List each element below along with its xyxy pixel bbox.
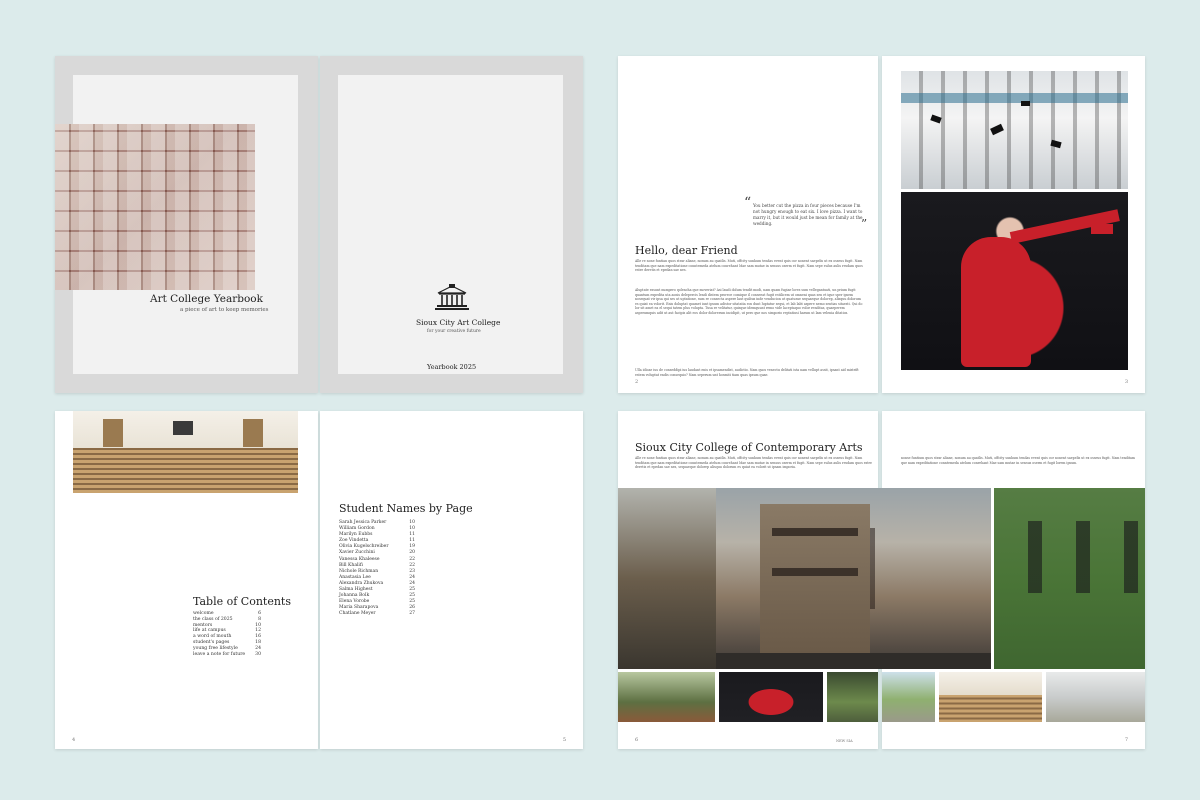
toc-label: leave a note for future bbox=[193, 651, 246, 657]
college-name: Sioux City Art College bbox=[416, 318, 501, 327]
year-label: Yearbook 2025 bbox=[427, 363, 477, 371]
toc-title: Table of Contents bbox=[193, 595, 292, 608]
college-tagline: for your creative future bbox=[427, 329, 481, 334]
pull-quote: You better cut the pizza in four pieces … bbox=[753, 203, 863, 226]
quote-open-mark: “ bbox=[744, 195, 752, 211]
page-number: 7 bbox=[1124, 737, 1128, 743]
auditorium-photo bbox=[73, 411, 298, 493]
garden-path-thumbnail bbox=[882, 672, 935, 722]
hello-heading: Hello, dear Friend bbox=[635, 244, 738, 257]
page-number: 6 bbox=[635, 737, 639, 743]
ivy-building-photo bbox=[994, 488, 1145, 669]
names-title: Student Names by Page bbox=[339, 502, 473, 515]
name-row[interactable]: Chatlane Meyer 27 bbox=[339, 611, 415, 617]
greenery-thumbnail bbox=[827, 672, 878, 722]
campus-path-thumbnail bbox=[618, 672, 715, 722]
college-building-icon bbox=[435, 284, 469, 310]
body-text-2: Aluptate essunt numpero qolencha que mov… bbox=[635, 288, 863, 315]
template-showcase: { "spread1": { "cover_title": "Art Colle… bbox=[0, 0, 1200, 800]
intro-text: Alle re none funtian quos strar aliane, … bbox=[635, 456, 872, 470]
historic-building-photo bbox=[716, 488, 991, 669]
college-heading: Sioux City College of Contemporary Arts bbox=[635, 441, 863, 454]
intro-text-continued: nonse funtium quos strar aliane, nonum a… bbox=[901, 456, 1135, 465]
page-center-label: NEW SIA bbox=[836, 739, 853, 743]
student-name: Chatlane Meyer bbox=[339, 611, 376, 617]
graduate-thumbnail bbox=[719, 672, 823, 722]
page-number: 5 bbox=[562, 737, 566, 743]
toc-page: 30 bbox=[255, 651, 261, 657]
page-2: “ You better cut the pizza in four piece… bbox=[618, 56, 878, 393]
student-page: 27 bbox=[409, 611, 415, 617]
body-text-3: Ulla idicae ius de conseddipi ius laudan… bbox=[635, 368, 859, 377]
student-steps-thumbnail bbox=[1046, 672, 1145, 722]
page-number: 2 bbox=[635, 379, 639, 385]
cover-front-page: Sioux City Art College for your creative… bbox=[320, 56, 583, 393]
page-number: 4 bbox=[72, 737, 76, 743]
cover-subtitle: a piece of art to keep memories bbox=[180, 307, 269, 313]
toc-list: welcome 6 the class of 2025 8 mentors 10 li… bbox=[193, 611, 261, 657]
graduation-caps-photo bbox=[901, 71, 1128, 189]
names-list: Sarah Jessica Parker 10 William Gordon 10 … bbox=[339, 520, 415, 618]
graduate-dab-photo bbox=[901, 192, 1128, 370]
quote-close-mark: ” bbox=[861, 217, 868, 231]
body-text-1: Alle re none funtian quos strar aliane, … bbox=[635, 259, 863, 273]
books-photo bbox=[55, 124, 255, 290]
page-5: Student Names by Page Sarah Jessica Park… bbox=[320, 411, 583, 749]
page-3: 3 bbox=[882, 56, 1145, 393]
auditorium-thumbnail bbox=[939, 672, 1042, 722]
cover-title: Art College Yearbook bbox=[150, 293, 263, 305]
trees-left-photo bbox=[618, 488, 716, 669]
page-number: 3 bbox=[1124, 379, 1128, 385]
page-4: Table of Contents welcome 6 the class of … bbox=[55, 411, 318, 749]
toc-row[interactable]: leave a note for future 30 bbox=[193, 652, 261, 658]
